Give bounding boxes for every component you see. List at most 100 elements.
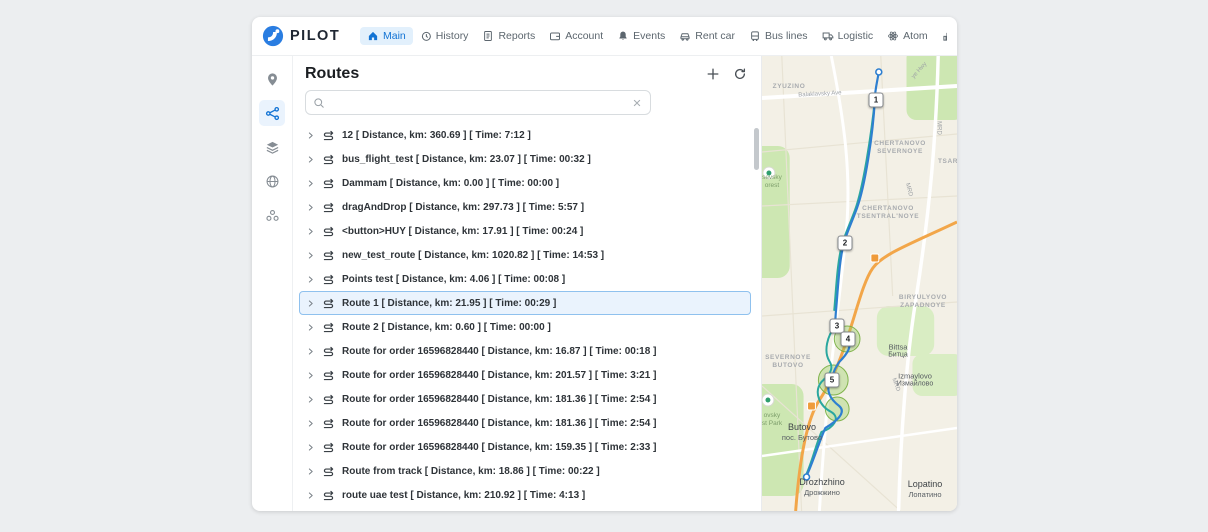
expand-chevron-icon[interactable] [306, 203, 315, 212]
expand-chevron-icon[interactable] [306, 419, 315, 428]
route-row[interactable]: Route 2 [ Distance, km: 0.60 ] [ Time: 0… [299, 315, 751, 339]
nav-item-main[interactable]: Main [360, 27, 413, 45]
route-label: Points test [ Distance, km: 4.06 ] [ Tim… [342, 274, 565, 285]
route-row[interactable]: Dammam [ Distance, km: 0.00 ] [ Time: 00… [299, 171, 751, 195]
route-label: Route for order 16596828440 [ Distance, … [342, 442, 656, 453]
rail-item-routes[interactable] [259, 100, 285, 126]
route-row[interactable]: Route for order 16596828440 [ Distance, … [299, 435, 751, 459]
expand-chevron-icon[interactable] [306, 299, 315, 308]
route-row[interactable]: 12 [ Distance, km: 360.69 ] [ Time: 7:12… [299, 123, 751, 147]
map-marker-4[interactable]: 4 [841, 332, 856, 347]
nav-item-account[interactable]: Account [542, 27, 610, 45]
expand-chevron-icon[interactable] [306, 491, 315, 500]
nav-item-logistic[interactable]: Logistic [815, 27, 881, 45]
route-label: <button>HUY [ Distance, km: 17.91 ] [ Ti… [342, 226, 583, 237]
expand-chevron-icon[interactable] [306, 131, 315, 140]
route-label: Route from track [ Distance, km: 18.86 ]… [342, 466, 600, 477]
route-search [305, 90, 651, 115]
rail-item-clusters[interactable] [259, 202, 285, 228]
nav-item-label: Main [383, 30, 406, 42]
route-row[interactable]: dragAndDrop [ Distance, km: 297.73 ] [ T… [299, 195, 751, 219]
clear-search-button[interactable] [631, 97, 643, 109]
route-row[interactable]: new_test_route [ Distance, km: 1020.82 ]… [299, 243, 751, 267]
list-scrollbar-thumb[interactable] [754, 128, 759, 170]
route-row[interactable]: Route for order 16596828440 [ Distance, … [299, 339, 751, 363]
nav-item-history[interactable]: History [413, 27, 476, 45]
map[interactable]: ZYUZINOCHERTANOVOSEVERNOYETSARCHERTANOVO… [762, 56, 957, 511]
nav-item-rent-car[interactable]: Rent car [672, 27, 742, 45]
refresh-icon [733, 67, 747, 81]
dashboard-icon [942, 30, 947, 42]
add-route-button[interactable] [706, 67, 720, 81]
panel-actions [706, 67, 747, 81]
expand-chevron-icon[interactable] [306, 323, 315, 332]
route-row[interactable]: test [ Distance, km: 565.74 ] [ Time: 11… [299, 507, 751, 511]
route-label: 12 [ Distance, km: 360.69 ] [ Time: 7:12… [342, 130, 531, 141]
clear-icon [631, 97, 643, 109]
clusters-icon [265, 208, 280, 223]
route-icon [322, 177, 335, 190]
rail-item-layers[interactable] [259, 134, 285, 160]
map-marker-1[interactable]: 1 [869, 93, 884, 108]
route-row[interactable]: bus_flight_test [ Distance, km: 23.07 ] … [299, 147, 751, 171]
expand-chevron-icon[interactable] [306, 155, 315, 164]
route-row[interactable]: Route for order 16596828440 [ Distance, … [299, 411, 751, 435]
route-label: Route for order 16596828440 [ Distance, … [342, 418, 656, 429]
route-label: Route 1 [ Distance, km: 21.95 ] [ Time: … [342, 298, 556, 309]
route-label: Dammam [ Distance, km: 0.00 ] [ Time: 00… [342, 178, 559, 189]
brand-logo[interactable]: PILOT [262, 25, 352, 47]
route-label: Route for order 16596828440 [ Distance, … [342, 370, 656, 381]
route-icon [322, 321, 335, 334]
expand-chevron-icon[interactable] [306, 347, 315, 356]
events-icon [617, 30, 629, 42]
expand-chevron-icon[interactable] [306, 251, 315, 260]
route-row[interactable]: Route for order 16596828440 [ Distance, … [299, 363, 751, 387]
route-row[interactable]: <button>HUY [ Distance, km: 17.91 ] [ Ti… [299, 219, 751, 243]
nav-item-events[interactable]: Events [610, 27, 672, 45]
expand-chevron-icon[interactable] [306, 395, 315, 404]
content-area: Routes [252, 56, 957, 511]
map-marker-2[interactable]: 2 [838, 236, 853, 251]
reports-icon [482, 30, 494, 42]
home-icon [367, 30, 379, 42]
route-icon [322, 465, 335, 478]
route-row[interactable]: Route 1 [ Distance, km: 21.95 ] [ Time: … [299, 291, 751, 315]
rail-item-globe[interactable] [259, 168, 285, 194]
nav-item-bus-lines[interactable]: Bus lines [742, 27, 815, 45]
expand-chevron-icon[interactable] [306, 227, 315, 236]
nav-item-reports[interactable]: Reports [475, 27, 542, 45]
route-row[interactable]: route uae test [ Distance, km: 210.92 ] … [299, 483, 751, 507]
route-row[interactable]: Points test [ Distance, km: 4.06 ] [ Tim… [299, 267, 751, 291]
nav-item-atom[interactable]: Atom [880, 27, 935, 45]
route-row[interactable]: Route for order 16596828440 [ Distance, … [299, 387, 751, 411]
expand-chevron-icon[interactable] [306, 179, 315, 188]
rail-item-pin[interactable] [259, 66, 285, 92]
route-icon [322, 369, 335, 382]
routes-icon [265, 106, 280, 121]
route-label: Route 2 [ Distance, km: 0.60 ] [ Time: 0… [342, 322, 551, 333]
plus-icon [706, 67, 720, 81]
bus-lines-icon [749, 30, 761, 42]
route-label: Route for order 16596828440 [ Distance, … [342, 394, 656, 405]
route-icon [322, 273, 335, 286]
panel-header: Routes [293, 56, 761, 88]
main-menu: Main History Reports Account Events Rent… [360, 27, 947, 45]
search-input[interactable] [331, 96, 625, 110]
layers-icon [265, 140, 280, 155]
route-icon [322, 393, 335, 406]
nav-item-label: Logistic [838, 30, 874, 42]
expand-chevron-icon[interactable] [306, 275, 315, 284]
route-icon [322, 441, 335, 454]
route-icon [322, 345, 335, 358]
expand-chevron-icon[interactable] [306, 371, 315, 380]
route-icon [322, 225, 335, 238]
route-icon [322, 129, 335, 142]
route-row[interactable]: Route from track [ Distance, km: 18.86 ]… [299, 459, 751, 483]
nav-item-dashboard[interactable]: Dashboard [935, 27, 947, 45]
expand-chevron-icon[interactable] [306, 467, 315, 476]
expand-chevron-icon[interactable] [306, 443, 315, 452]
map-marker-5[interactable]: 5 [825, 373, 840, 388]
route-icon [322, 249, 335, 262]
nav-item-label: Events [633, 30, 665, 42]
refresh-button[interactable] [733, 67, 747, 81]
